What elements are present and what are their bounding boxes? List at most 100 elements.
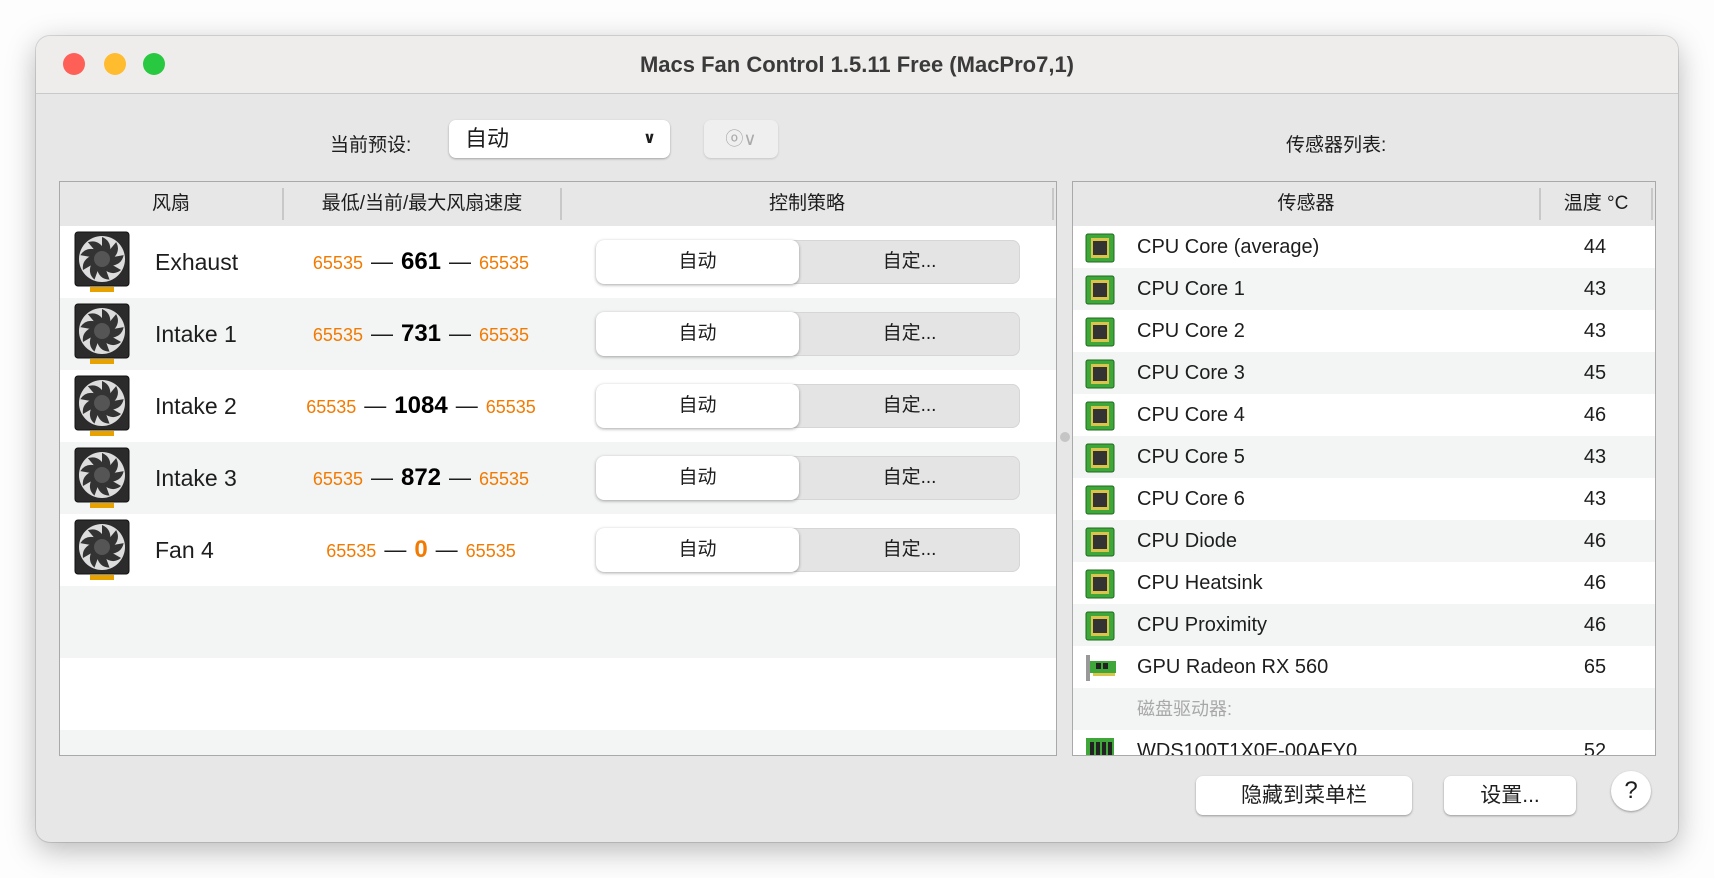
auto-mode-button[interactable]: 自动 xyxy=(596,528,799,572)
fan-name: Intake 2 xyxy=(155,393,237,419)
column-header-sensor[interactable]: 传感器 xyxy=(1073,182,1539,226)
sensor-temperature: 46 xyxy=(1583,404,1607,426)
sensor-row[interactable]: CPU Core 6 43 xyxy=(1073,478,1655,520)
custom-mode-button[interactable]: 自定... xyxy=(799,384,1020,428)
sensor-temperature: 52 xyxy=(1583,740,1607,756)
empty-row xyxy=(60,658,1056,730)
sensor-temperature: 65 xyxy=(1583,656,1607,678)
auto-mode-button[interactable]: 自动 xyxy=(596,384,799,428)
cpu-chip-icon xyxy=(1085,611,1115,646)
column-header-fan[interactable]: 风扇 xyxy=(60,182,282,226)
sensor-temperature: 43 xyxy=(1583,278,1607,300)
ellipsis-circle-icon: ⓞ∨ xyxy=(725,129,757,149)
fan-icon xyxy=(74,231,130,298)
fan-icon xyxy=(74,375,130,442)
fan-name: Exhaust xyxy=(155,249,239,275)
fan-name: Fan 4 xyxy=(155,537,214,563)
cpu-chip-icon xyxy=(1085,527,1115,562)
custom-mode-button[interactable]: 自定... xyxy=(799,528,1020,572)
column-header-speed[interactable]: 最低/当前/最大风扇速度 xyxy=(284,182,560,226)
custom-mode-button[interactable]: 自定... xyxy=(799,240,1020,284)
fan-row: Intake 2 65535 — 1084 — 65535 自动 自定... xyxy=(60,370,1056,442)
fan-speed: 65535 — 872 — 65535 xyxy=(282,442,560,517)
fan-row: Fan 4 65535 — 0 — 65535 自动 自定... xyxy=(60,514,1056,586)
sensor-row[interactable]: CPU Core 3 45 xyxy=(1073,352,1655,394)
sensor-name: CPU Core 6 xyxy=(1137,488,1245,510)
sensor-name: CPU Core (average) xyxy=(1137,236,1320,258)
sensor-name: GPU Radeon RX 560 xyxy=(1137,656,1329,678)
fan-speed: 65535 — 1084 — 65535 xyxy=(282,370,560,445)
help-button[interactable]: ? xyxy=(1611,771,1651,811)
control-mode-segmented: 自动 自定... xyxy=(596,240,1020,284)
sensor-table-header: 传感器 温度 °C xyxy=(1073,182,1655,226)
fan-min-speed: 65535 xyxy=(312,469,363,489)
sensor-temperature: 43 xyxy=(1583,488,1607,510)
fan-current-speed: 731 xyxy=(400,320,442,347)
fan-icon xyxy=(74,519,130,586)
column-header-control[interactable]: 控制策略 xyxy=(562,182,1052,226)
sensor-row[interactable]: CPU Core 1 43 xyxy=(1073,268,1655,310)
control-mode-segmented: 自动 自定... xyxy=(596,528,1020,572)
control-mode-segmented: 自动 自定... xyxy=(596,384,1020,428)
cpu-chip-icon xyxy=(1085,443,1115,478)
auto-mode-button[interactable]: 自动 xyxy=(596,456,799,500)
fan-current-speed: 1084 xyxy=(394,392,448,419)
title-bar: Macs Fan Control 1.5.11 Free (MacPro7,1) xyxy=(36,36,1678,94)
sensor-row[interactable]: CPU Diode 46 xyxy=(1073,520,1655,562)
fan-max-speed: 65535 xyxy=(479,469,530,489)
splitter-handle[interactable] xyxy=(1060,432,1070,442)
fan-max-speed: 65535 xyxy=(485,397,536,417)
cpu-chip-icon xyxy=(1085,401,1115,436)
column-header-temperature[interactable]: 温度 °C xyxy=(1541,182,1651,226)
sensor-row[interactable]: CPU Proximity 46 xyxy=(1073,604,1655,646)
sensor-row[interactable]: CPU Heatsink 46 xyxy=(1073,562,1655,604)
sensor-row[interactable]: CPU Core 4 46 xyxy=(1073,394,1655,436)
sensor-name: CPU Core 5 xyxy=(1137,446,1245,468)
fan-speed: 65535 — 731 — 65535 xyxy=(282,298,560,373)
preset-label: 当前预设: xyxy=(330,135,412,156)
empty-row xyxy=(60,586,1056,658)
empty-row xyxy=(60,730,1056,755)
sensor-name: CPU Core 1 xyxy=(1137,278,1245,300)
sensor-temperature: 43 xyxy=(1583,446,1607,468)
cpu-chip-icon xyxy=(1085,317,1115,352)
sensor-table: 传感器 温度 °C CPU Core (average) 44 CPU Core 1… xyxy=(1072,181,1656,756)
sensor-row[interactable]: CPU Core (average) 44 xyxy=(1073,226,1655,268)
gpu-chip-icon xyxy=(1085,653,1117,688)
custom-mode-button[interactable]: 自定... xyxy=(799,456,1020,500)
fan-row: Intake 3 65535 — 872 — 65535 自动 自定... xyxy=(60,442,1056,514)
sensor-name: CPU Core 4 xyxy=(1137,404,1245,426)
preset-select[interactable]: 自动 ∨ xyxy=(449,120,670,158)
settings-button[interactable]: 设置... xyxy=(1444,776,1576,815)
dash: — xyxy=(384,537,407,562)
dash: — xyxy=(370,465,393,490)
preset-action-button[interactable]: ⓞ∨ xyxy=(704,120,778,158)
sensor-temperature: 46 xyxy=(1583,614,1607,636)
dash: — xyxy=(370,321,393,346)
sensor-row[interactable]: WDS100T1X0E-00AFY0 52 xyxy=(1073,730,1655,756)
dash: — xyxy=(435,537,458,562)
sensor-temperature: 43 xyxy=(1583,320,1607,342)
sensor-row[interactable]: CPU Core 5 43 xyxy=(1073,436,1655,478)
sensor-temperature: 44 xyxy=(1583,236,1607,258)
dash: — xyxy=(449,465,472,490)
cpu-chip-icon xyxy=(1085,275,1115,310)
fan-min-speed: 65535 xyxy=(306,397,357,417)
sensor-name: WDS100T1X0E-00AFY0 xyxy=(1137,740,1358,756)
sensor-name: CPU Core 2 xyxy=(1137,320,1245,342)
window-title: Macs Fan Control 1.5.11 Free (MacPro7,1) xyxy=(639,52,1075,77)
fan-current-speed: 872 xyxy=(400,464,442,491)
custom-mode-button[interactable]: 自定... xyxy=(799,312,1020,356)
fan-table: 风扇 最低/当前/最大风扇速度 控制策略 Exhaust 65535—661—6… xyxy=(59,181,1057,756)
sensor-section-header: 磁盘驱动器: xyxy=(1073,688,1655,730)
fan-current-speed: 661 xyxy=(400,248,442,275)
cpu-chip-icon xyxy=(1085,233,1115,268)
sensor-row[interactable]: CPU Core 2 43 xyxy=(1073,310,1655,352)
auto-mode-button[interactable]: 自动 xyxy=(596,312,799,356)
sensor-row[interactable]: GPU Radeon RX 560 65 xyxy=(1073,646,1655,688)
fan-max-speed: 65535 xyxy=(479,253,530,273)
hide-to-menubar-button[interactable]: 隐藏到菜单栏 xyxy=(1196,776,1412,815)
fan-name: Intake 1 xyxy=(155,321,237,347)
sensor-name: CPU Core 3 xyxy=(1137,362,1245,384)
auto-mode-button[interactable]: 自动 xyxy=(596,240,799,284)
